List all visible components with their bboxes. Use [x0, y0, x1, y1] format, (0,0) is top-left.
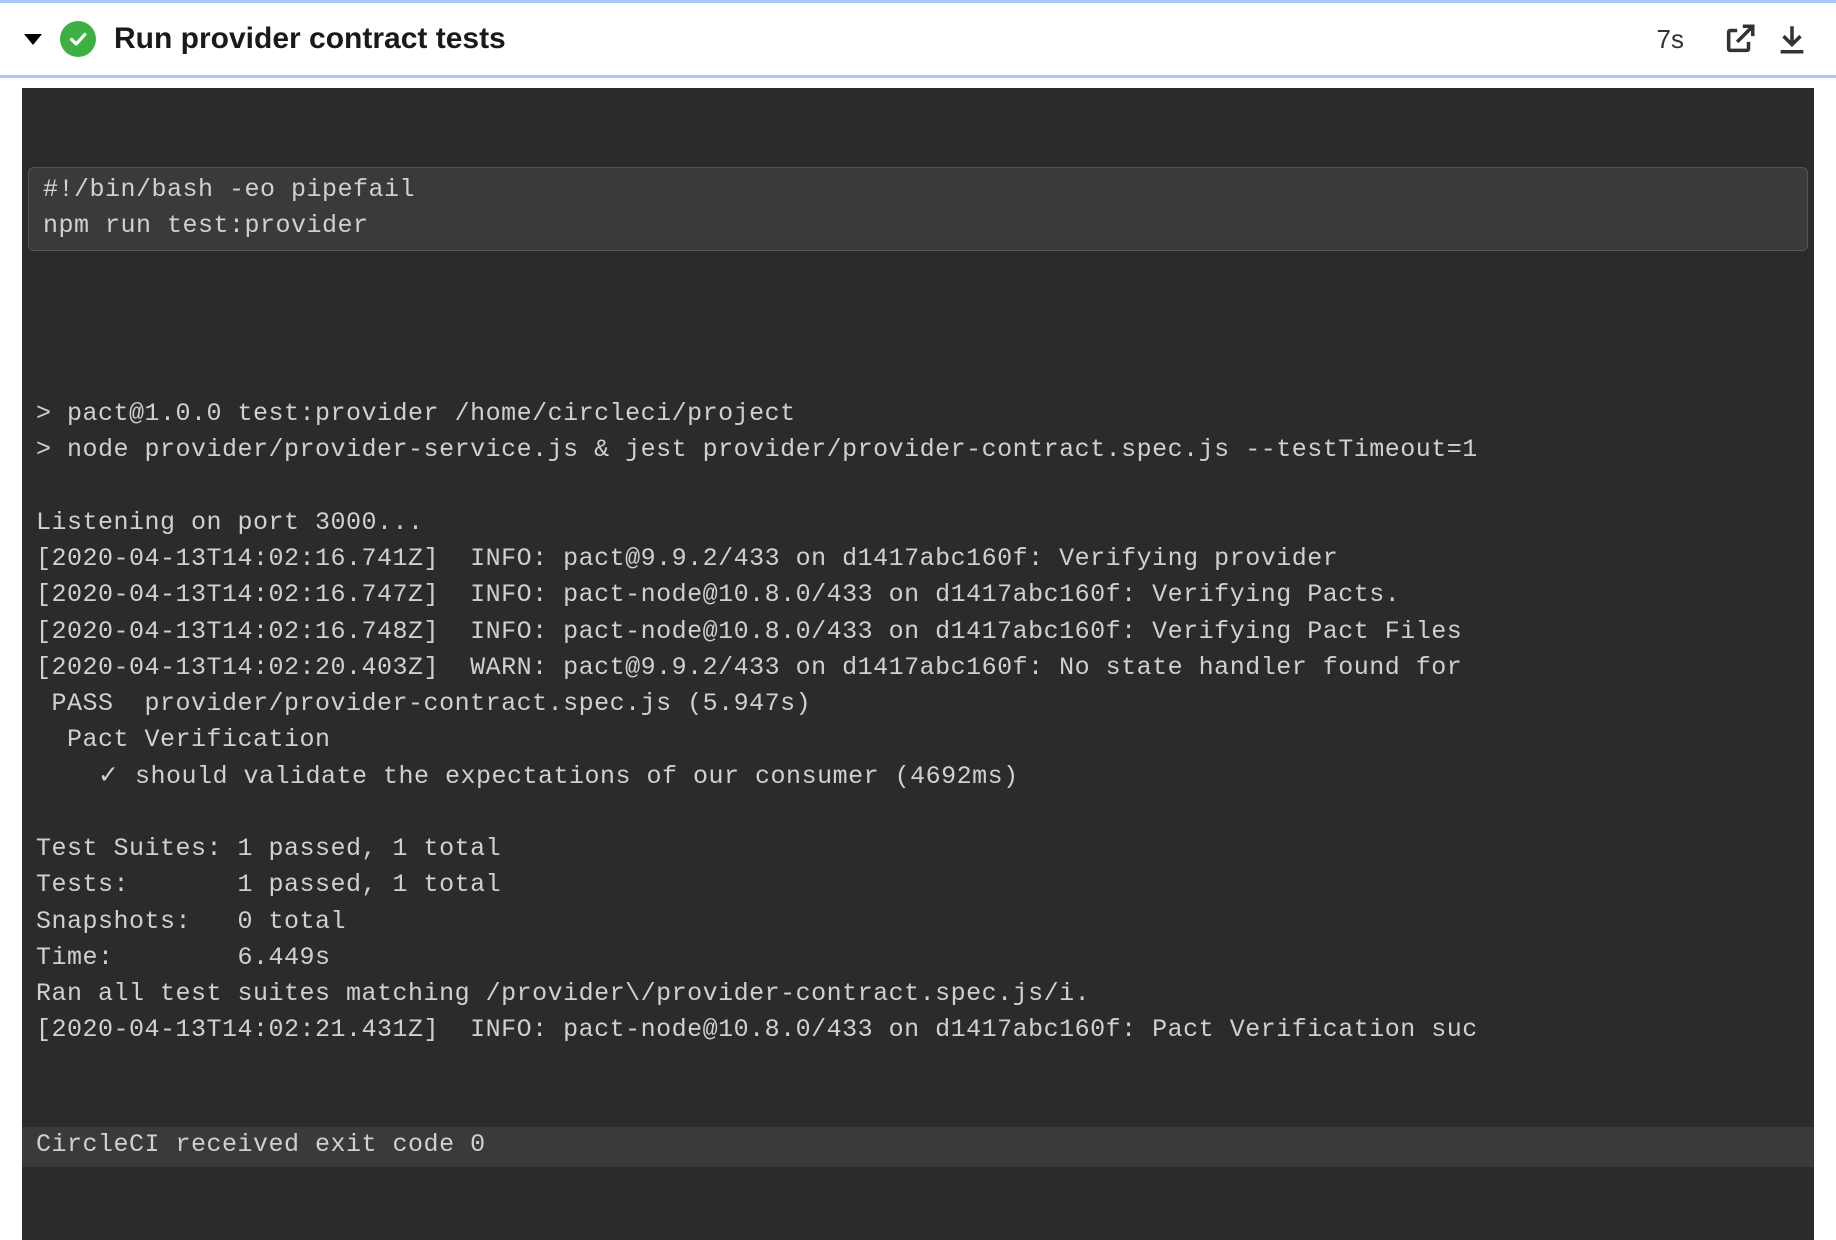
output-line: Ran all test suites matching /provider\/… — [36, 976, 1800, 1012]
summary-line: Time: 6.449s — [36, 940, 1800, 976]
exit-text: CircleCI received exit code 0 — [36, 1127, 1800, 1163]
output-line: > pact@1.0.0 test:provider /home/circlec… — [36, 396, 1800, 432]
test-pass-line: PASS provider/provider-contract.spec.js … — [36, 686, 1800, 722]
output-line — [36, 795, 1800, 831]
output-line: Pact Verification — [36, 722, 1800, 758]
output-line — [36, 360, 1800, 396]
output-body: > pact@1.0.0 test:provider /home/circlec… — [22, 324, 1814, 1053]
output-line: [2020-04-13T14:02:16.741Z] INFO: pact@9.… — [36, 541, 1800, 577]
command-box: #!/bin/bash -eo pipefailnpm run test:pro… — [28, 167, 1808, 252]
open-external-button[interactable] — [1720, 19, 1760, 59]
output-line: [2020-04-13T14:02:20.403Z] WARN: pact@9.… — [36, 650, 1800, 686]
step-duration: 7s — [1657, 24, 1684, 55]
download-button[interactable] — [1772, 19, 1812, 59]
output-line — [36, 324, 1800, 360]
summary-line: Snapshots: 0 total — [36, 904, 1800, 940]
step-title: Run provider contract tests — [114, 22, 1657, 56]
output-line: Listening on port 3000... — [36, 505, 1800, 541]
exit-code-line: CircleCI received exit code 0 — [22, 1127, 1814, 1167]
summary-line: Test Suites: 1 passed, 1 total — [36, 831, 1800, 867]
output-line: [2020-04-13T14:02:16.748Z] INFO: pact-no… — [36, 614, 1800, 650]
terminal-output[interactable]: #!/bin/bash -eo pipefailnpm run test:pro… — [22, 88, 1814, 1240]
output-line — [36, 469, 1800, 505]
output-line: [2020-04-13T14:02:16.747Z] INFO: pact-no… — [36, 577, 1800, 613]
terminal-container: #!/bin/bash -eo pipefailnpm run test:pro… — [0, 78, 1836, 1240]
command-line: npm run test:provider — [43, 208, 1793, 244]
output-line: [2020-04-13T14:02:21.431Z] INFO: pact-no… — [36, 1012, 1800, 1048]
chevron-down-icon[interactable] — [24, 34, 42, 45]
test-case-line: ✓ should validate the expectations of ou… — [36, 759, 1800, 795]
step-header[interactable]: Run provider contract tests 7s — [0, 0, 1836, 78]
summary-line: Tests: 1 passed, 1 total — [36, 867, 1800, 903]
output-line: > node provider/provider-service.js & je… — [36, 432, 1800, 468]
shebang-line: #!/bin/bash -eo pipefail — [43, 172, 1793, 208]
status-success-icon — [60, 21, 96, 57]
